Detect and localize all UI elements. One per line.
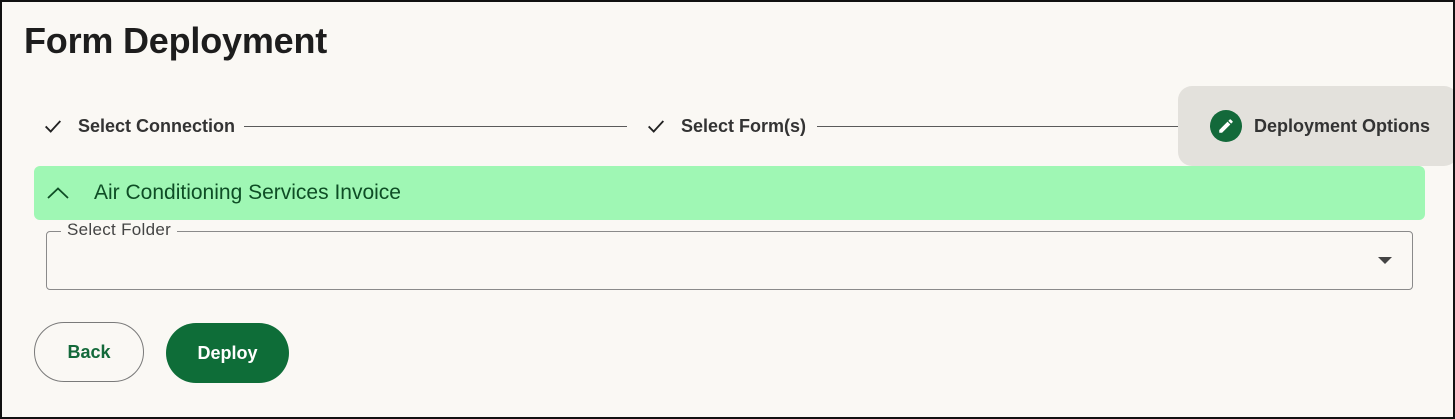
- chevron-up-icon[interactable]: [46, 181, 70, 205]
- step-connector: [817, 126, 1200, 127]
- step-connector: [244, 126, 627, 127]
- select-folder-label: Select Folder: [61, 220, 178, 240]
- back-button[interactable]: Back: [34, 322, 144, 382]
- step-label: Deployment Options: [1254, 115, 1431, 136]
- step-select-connection[interactable]: Select Connection: [42, 86, 235, 166]
- page-title: Form Deployment: [24, 20, 328, 61]
- form-accordion-header[interactable]: Air Conditioning Services Invoice: [34, 166, 1425, 220]
- deploy-button[interactable]: Deploy: [166, 323, 289, 383]
- select-folder-dropdown[interactable]: Select Folder: [46, 220, 1413, 290]
- deployment-stepper: Select Connection Select Form(s) Deploym…: [2, 86, 1453, 166]
- step-label: Select Form(s): [681, 115, 807, 136]
- form-deployment-panel: Form Deployment Select Connection Select…: [0, 0, 1455, 419]
- dropdown-caret-icon[interactable]: [1378, 257, 1392, 264]
- step-deployment-options[interactable]: Deployment Options: [1178, 86, 1453, 166]
- step-select-forms[interactable]: Select Form(s): [645, 86, 806, 166]
- accordion-title: Air Conditioning Services Invoice: [94, 181, 401, 204]
- check-icon: [42, 115, 64, 137]
- step-label: Select Connection: [78, 115, 236, 136]
- check-icon: [645, 115, 667, 137]
- pencil-icon: [1210, 110, 1242, 142]
